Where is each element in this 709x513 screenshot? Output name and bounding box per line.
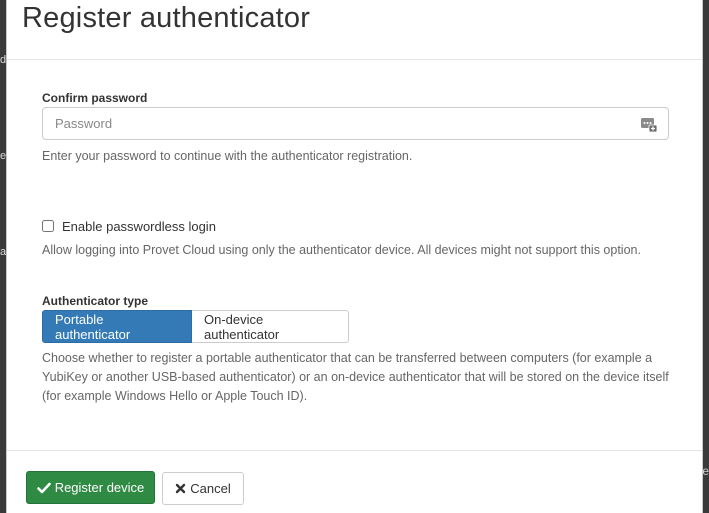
modal-footer: Register device Cancel <box>7 450 702 513</box>
passwordless-row: Enable passwordless login <box>42 218 216 234</box>
authenticator-type-help: Choose whether to register a portable au… <box>42 351 669 403</box>
background-text-fragment: re <box>703 464 709 478</box>
passwordless-help: Allow logging into Provet Cloud using on… <box>42 243 641 257</box>
register-device-button[interactable]: Register device <box>26 471 155 504</box>
cancel-label: Cancel <box>190 481 231 496</box>
password-field-wrapper <box>42 107 669 140</box>
on-device-authenticator-option[interactable]: On-device authenticator <box>192 310 349 343</box>
password-input[interactable] <box>43 108 627 139</box>
register-device-label: Register device <box>54 480 145 495</box>
checkmark-icon <box>36 482 51 493</box>
cancel-button[interactable]: Cancel <box>162 472 244 505</box>
times-icon <box>176 483 186 494</box>
register-authenticator-modal: Register authenticator Confirm password … <box>6 0 703 513</box>
authenticator-type-toggle: Portable authenticator On-device authent… <box>42 310 349 343</box>
modal-title: Register authenticator <box>22 2 311 34</box>
confirm-password-help: Enter your password to continue with the… <box>42 149 413 163</box>
confirm-password-label: Confirm password <box>42 91 148 105</box>
authenticator-type-label: Authenticator type <box>42 294 149 308</box>
backdrop-right <box>703 0 709 513</box>
modal-header: Register authenticator <box>7 0 702 60</box>
passwordless-label[interactable]: Enable passwordless login <box>62 219 216 234</box>
passwordless-checkbox[interactable] <box>42 220 54 232</box>
password-manager-icon[interactable] <box>640 115 658 133</box>
portable-authenticator-option[interactable]: Portable authenticator <box>42 310 192 343</box>
